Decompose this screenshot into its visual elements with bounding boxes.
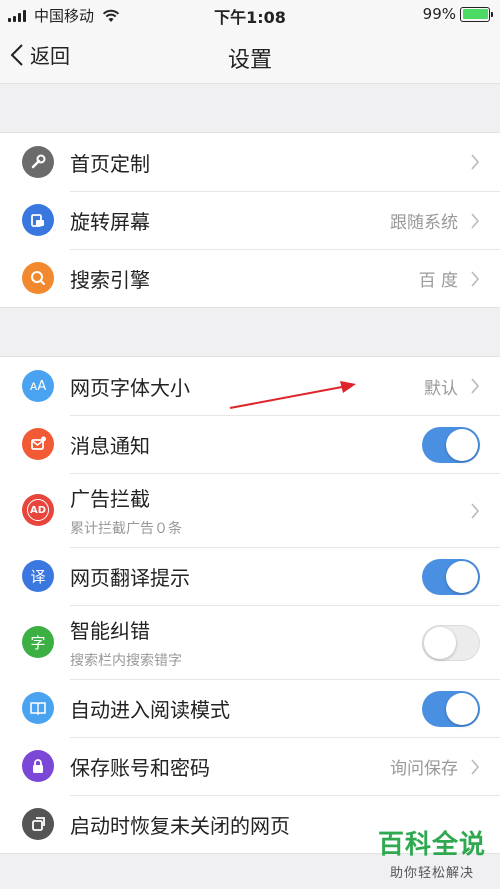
watermark-title: 百科全说	[377, 830, 486, 860]
wrench-icon	[22, 146, 54, 178]
lock-icon	[22, 750, 54, 782]
setting-search-engine[interactable]: 搜索引擎 百 度	[0, 249, 500, 307]
rotate-screen-icon	[22, 204, 54, 236]
battery-percent: 99%	[422, 5, 456, 23]
page-title: 设置	[227, 48, 272, 73]
message-icon	[22, 428, 54, 460]
setting-subtitle: 搜索栏内搜索错字	[70, 653, 182, 669]
wifi-icon	[102, 9, 120, 22]
chevron-right-icon	[471, 154, 480, 170]
message-notification-toggle[interactable]	[422, 426, 480, 463]
setting-label: 网页翻译提示	[70, 566, 190, 590]
setting-value: 百 度	[418, 271, 458, 291]
setting-subtitle: 累计拦截广告０条	[70, 521, 182, 537]
setting-label: 旋转屏幕	[70, 210, 150, 234]
setting-value: 默认	[424, 378, 458, 399]
setting-label: 保存账号和密码	[70, 756, 210, 780]
setting-label: 消息通知	[70, 434, 150, 458]
watermark-subtitle: 助你轻松解决	[389, 866, 474, 881]
setting-message-notification: 消息通知	[0, 415, 500, 473]
chevron-right-icon	[471, 212, 480, 229]
back-button[interactable]: 返回	[10, 40, 70, 69]
setting-save-password[interactable]: 保存账号和密码 询问保存	[0, 737, 500, 795]
setting-rotate-screen[interactable]: 旋转屏幕 跟随系统	[0, 191, 500, 249]
carrier-name: 中国移动	[34, 7, 95, 25]
setting-homepage-custom[interactable]: 首页定制	[0, 133, 500, 191]
chevron-right-icon	[471, 270, 480, 287]
font-size-icon: ᴀA	[22, 370, 54, 402]
settings-group-browsing: ᴀA 网页字体大小 默认 消息通知 AD 广告拦截 累计拦截广告０条 译 网页翻…	[0, 356, 500, 854]
chevron-right-icon	[471, 502, 480, 519]
auto-reader-mode-toggle[interactable]	[422, 690, 480, 727]
setting-label: 智能纠错	[70, 619, 150, 643]
ad-block-icon: AD	[22, 494, 54, 526]
translate-icon: 译	[22, 560, 54, 592]
setting-label: 自动进入阅读模式	[70, 698, 230, 722]
translate-prompt-toggle[interactable]	[422, 558, 480, 595]
setting-value: 跟随系统	[390, 213, 458, 233]
book-icon	[22, 692, 54, 724]
setting-label: 网页字体大小	[70, 375, 190, 400]
setting-label: 广告拦截	[70, 487, 150, 511]
search-icon	[22, 262, 54, 294]
cellular-signal-icon	[8, 9, 28, 22]
chevron-right-icon	[471, 758, 480, 775]
setting-auto-reader-mode: 自动进入阅读模式	[0, 679, 500, 737]
settings-group-general: 首页定制 旋转屏幕 跟随系统 搜索引擎 百 度	[0, 132, 500, 308]
status-bar: 中国移动 下午1:08 99%	[0, 0, 500, 28]
restore-pages-icon	[22, 808, 54, 840]
setting-label: 首页定制	[70, 151, 150, 176]
setting-ad-block[interactable]: AD 广告拦截 累计拦截广告０条	[0, 473, 500, 547]
char-icon: 字	[22, 626, 54, 658]
setting-font-size[interactable]: ᴀA 网页字体大小 默认	[0, 357, 500, 415]
setting-value: 询问保存	[390, 759, 458, 779]
back-label: 返回	[30, 44, 70, 68]
chevron-right-icon	[471, 378, 480, 394]
chevron-left-icon	[10, 43, 23, 66]
watermark-logo: 百科全说 助你轻松解决	[378, 824, 486, 881]
battery-icon	[460, 6, 493, 22]
smart-correction-toggle[interactable]	[422, 624, 480, 661]
setting-label: 搜索引擎	[70, 268, 150, 292]
setting-smart-correction: 字 智能纠错 搜索栏内搜索错字	[0, 605, 500, 679]
setting-translate-prompt: 译 网页翻译提示	[0, 547, 500, 605]
navigation-bar: 返回 设置	[0, 28, 500, 84]
